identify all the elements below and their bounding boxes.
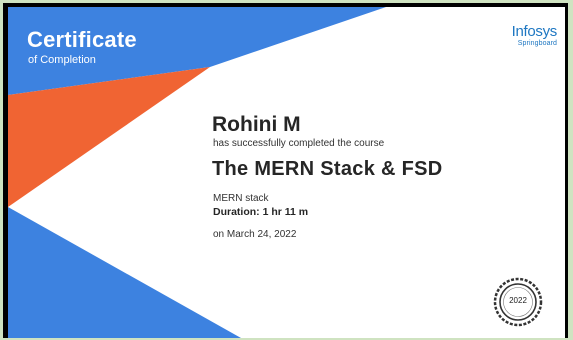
logo-main-text: Infosys — [511, 23, 558, 40]
certificate-subtitle: of Completion — [28, 54, 96, 66]
course-name: The MERN Stack & FSD — [212, 158, 443, 180]
course-topic: MERN stack — [213, 193, 269, 204]
blue-bottom-shape — [8, 207, 241, 338]
course-duration: Duration: 1 hr 11 m — [213, 206, 309, 218]
badge-year-text: 2022 — [509, 296, 527, 305]
infosys-springboard-logo: Infosys Springboard — [511, 23, 558, 47]
year-badge: 2022 — [493, 277, 543, 327]
recipient-name: Rohini M — [212, 113, 301, 136]
certificate-title: Certificate — [27, 27, 137, 52]
certificate-card: Certificate of Completion Infosys Spring… — [8, 7, 565, 338]
completion-statement: has successfully completed the course — [213, 138, 385, 149]
logo-sub-text: Springboard — [517, 40, 557, 47]
completion-date: on March 24, 2022 — [213, 229, 297, 240]
